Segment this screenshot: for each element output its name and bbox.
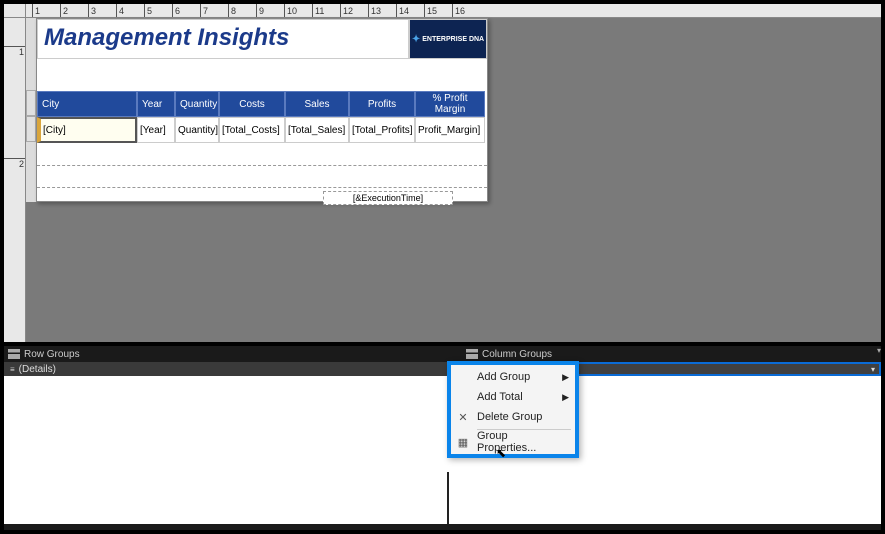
ruler-tick: 2 bbox=[4, 158, 26, 169]
th-sales[interactable]: Sales bbox=[285, 91, 349, 117]
group-expand-icon: ≡ bbox=[10, 365, 15, 374]
row-handle[interactable] bbox=[26, 116, 36, 142]
row-handle-column bbox=[26, 18, 36, 202]
context-menu: Add Group ▶ Add Total ▶ ✕ Delete Group ▦… bbox=[447, 361, 579, 458]
menu-group-properties[interactable]: ▦ Group Properties... bbox=[451, 432, 575, 452]
menu-delete-group[interactable]: ✕ Delete Group bbox=[451, 407, 575, 427]
th-profits[interactable]: Profits bbox=[349, 91, 415, 117]
td-year[interactable]: [Year] bbox=[137, 117, 175, 143]
row-groups-icon bbox=[8, 349, 20, 359]
menu-label: Add Total bbox=[477, 391, 523, 403]
delete-icon: ✕ bbox=[456, 410, 470, 424]
menu-label: Group Properties... bbox=[477, 430, 569, 454]
row-groups-label: Row Groups bbox=[24, 349, 80, 360]
ruler-horizontal: 1 2 3 4 5 6 7 8 9 10 11 12 13 14 15 16 bbox=[26, 4, 881, 18]
report-area[interactable]: Management Insights ✦ ENTERPRISE DNA Cit… bbox=[26, 18, 881, 342]
submenu-arrow-icon: ▶ bbox=[562, 392, 569, 403]
table-header-row: City Year Quantity Costs Sales Profits %… bbox=[37, 91, 487, 117]
ruler-vertical: 1 2 bbox=[4, 18, 26, 342]
report-title[interactable]: Management Insights bbox=[37, 19, 409, 59]
row-groups-header: Row Groups bbox=[4, 346, 462, 362]
ruler-tick: 1 bbox=[32, 4, 40, 18]
ruler-tick: 4 bbox=[116, 4, 124, 18]
ruler-tick: 10 bbox=[284, 4, 297, 18]
submenu-arrow-icon: ▶ bbox=[562, 372, 569, 383]
ruler-tick: 14 bbox=[396, 4, 409, 18]
ruler-tick: 5 bbox=[144, 4, 152, 18]
td-costs[interactable]: [Total_Costs] bbox=[219, 117, 285, 143]
menu-add-group[interactable]: Add Group ▶ bbox=[451, 367, 575, 387]
table-data-row: [City] [Year] Quantity] [Total_Costs] [T… bbox=[37, 117, 487, 143]
ruler-tick: 9 bbox=[256, 4, 264, 18]
menu-label: Delete Group bbox=[477, 411, 542, 423]
row-group-item[interactable]: ≡ (Details) bbox=[4, 362, 462, 376]
th-city[interactable]: City bbox=[37, 91, 137, 117]
properties-icon: ▦ bbox=[456, 435, 470, 449]
design-surface[interactable]: 1 2 3 4 5 6 7 8 9 10 11 12 13 14 15 16 1… bbox=[4, 4, 881, 342]
ruler-tick: 8 bbox=[228, 4, 236, 18]
ruler-tick: 15 bbox=[424, 4, 437, 18]
column-groups-header: Column Groups bbox=[462, 346, 881, 362]
th-margin[interactable]: % Profit Margin bbox=[415, 91, 485, 117]
ruler-tick: 16 bbox=[452, 4, 465, 18]
th-year[interactable]: Year bbox=[137, 91, 175, 117]
menu-add-total[interactable]: Add Total ▶ bbox=[451, 387, 575, 407]
td-city[interactable]: [City] bbox=[37, 117, 137, 143]
row-group-label: (Details) bbox=[19, 364, 56, 375]
ruler-tick: 1 bbox=[4, 46, 26, 57]
row-handle[interactable] bbox=[26, 90, 36, 116]
dropdown-caret-icon[interactable]: ▾ bbox=[871, 365, 875, 374]
group-pane-body bbox=[4, 376, 881, 524]
column-groups-label: Column Groups bbox=[482, 349, 552, 360]
ruler-tick: 6 bbox=[172, 4, 180, 18]
ruler-tick: 12 bbox=[340, 4, 353, 18]
footer-execution-time[interactable]: [&ExecutionTime] bbox=[323, 191, 453, 205]
td-sales[interactable]: [Total_Sales] bbox=[285, 117, 349, 143]
menu-label: Add Group bbox=[477, 371, 530, 383]
logo-text: ENTERPRISE DNA bbox=[422, 36, 484, 43]
splitter[interactable] bbox=[447, 472, 449, 526]
ruler-tick: 13 bbox=[368, 4, 381, 18]
ruler-tick: 2 bbox=[60, 4, 68, 18]
spark-icon: ✦ bbox=[412, 34, 420, 45]
td-margin[interactable]: Profit_Margin] bbox=[415, 117, 485, 143]
td-profits[interactable]: [Total_Profits] bbox=[349, 117, 415, 143]
status-bar bbox=[4, 524, 881, 530]
ruler-tick: 11 bbox=[312, 4, 324, 18]
ruler-tick: 7 bbox=[200, 4, 208, 18]
logo[interactable]: ✦ ENTERPRISE DNA bbox=[409, 19, 487, 59]
section-divider bbox=[37, 187, 487, 188]
ruler-tick: 3 bbox=[88, 4, 96, 18]
ruler-corner bbox=[4, 4, 26, 18]
th-costs[interactable]: Costs bbox=[219, 91, 285, 117]
column-groups-icon bbox=[466, 349, 478, 359]
group-pane-options-icon[interactable]: ▾ bbox=[877, 346, 881, 355]
th-qty[interactable]: Quantity bbox=[175, 91, 219, 117]
report-body[interactable]: Management Insights ✦ ENTERPRISE DNA Cit… bbox=[36, 18, 488, 202]
td-qty[interactable]: Quantity] bbox=[175, 117, 219, 143]
section-divider bbox=[37, 165, 487, 166]
